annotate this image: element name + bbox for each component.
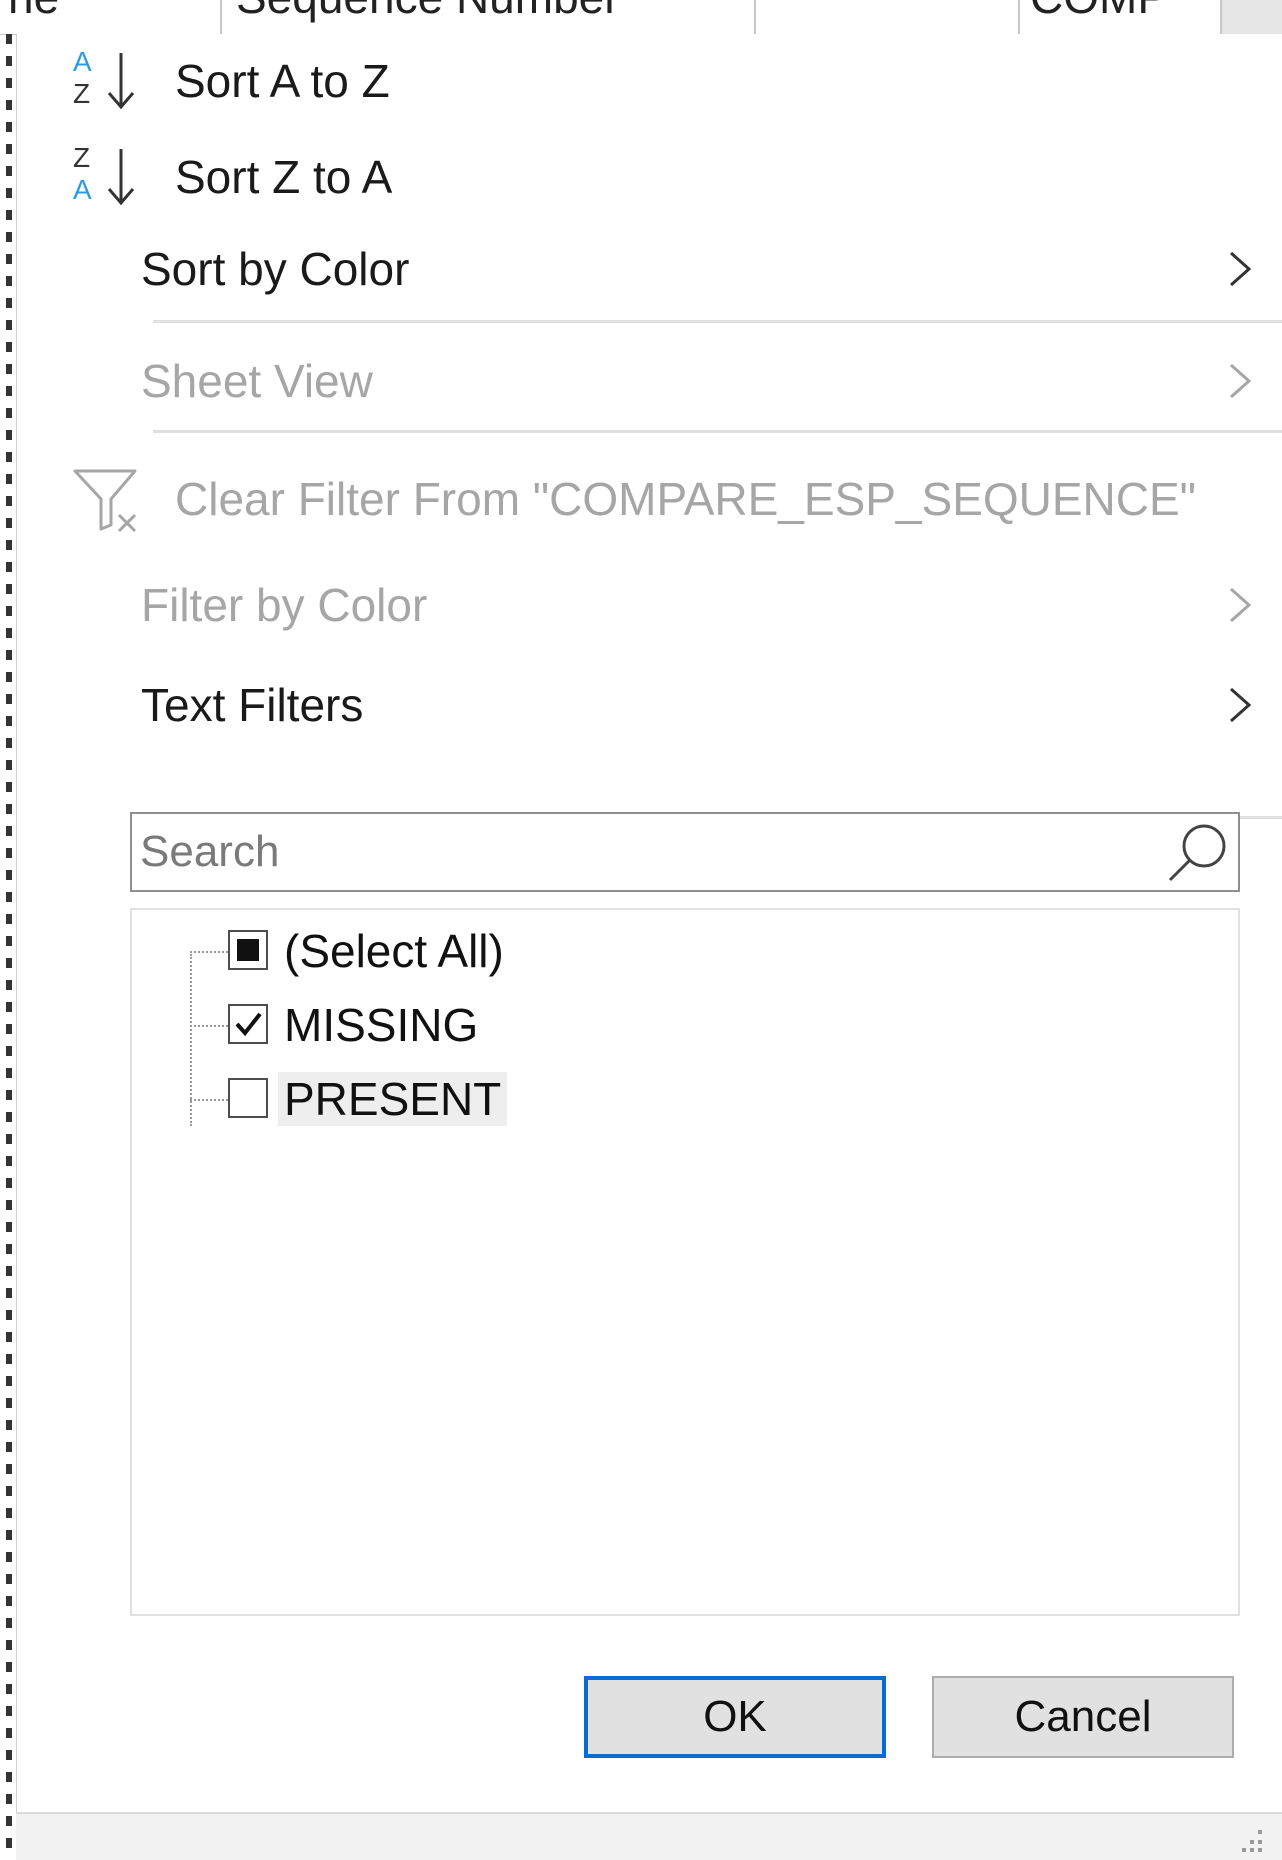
search-box bbox=[130, 812, 1240, 892]
list-item-label: (Select All) bbox=[284, 925, 504, 977]
list-item-missing[interactable]: MISSING bbox=[190, 992, 1090, 1060]
menu-divider bbox=[153, 320, 1282, 323]
menu-text-filters[interactable]: Text Filters bbox=[17, 660, 1282, 750]
menu-sort-by-color[interactable]: Sort by Color bbox=[17, 224, 1282, 314]
svg-text:Z: Z bbox=[73, 142, 90, 173]
chevron-right-icon bbox=[1230, 587, 1252, 623]
svg-text:Z: Z bbox=[73, 78, 90, 109]
sort-by-color-label: Sort by Color bbox=[141, 243, 410, 295]
chevron-right-icon bbox=[1230, 687, 1252, 723]
menu-sheet-view: Sheet View bbox=[17, 336, 1282, 426]
menu-divider bbox=[153, 430, 1282, 433]
filter-values-list: (Select All) MISSING PRESENT bbox=[130, 908, 1240, 1616]
sheet-view-label: Sheet View bbox=[141, 355, 373, 407]
tree-branch bbox=[190, 951, 228, 953]
selection-marquee bbox=[6, 34, 12, 1860]
svg-text:A: A bbox=[73, 46, 92, 77]
sheet-column-headers: ne Sequence Number COMP bbox=[0, 0, 1282, 35]
list-item-label: MISSING bbox=[284, 999, 479, 1051]
clear-filter-label: Clear Filter From "COMPARE_ESP_SEQUENCE" bbox=[175, 473, 1197, 525]
missing-checkbox[interactable] bbox=[228, 1004, 268, 1044]
menu-sort-a-to-z[interactable]: A Z Sort A to Z bbox=[17, 36, 1282, 126]
select-all-checkbox[interactable] bbox=[228, 930, 268, 970]
list-item-select-all[interactable]: (Select All) bbox=[190, 918, 1090, 986]
filter-dropdown-button[interactable] bbox=[1220, 0, 1282, 34]
search-input[interactable] bbox=[132, 814, 1162, 890]
text-filters-label: Text Filters bbox=[141, 679, 364, 731]
filter-by-color-label: Filter by Color bbox=[141, 579, 428, 631]
filter-dropdown-screen: ne Sequence Number COMP A Z Sort A to Z bbox=[0, 0, 1282, 1860]
column-separator bbox=[1018, 0, 1020, 34]
chevron-right-icon bbox=[1230, 251, 1252, 287]
tree-branch bbox=[190, 1025, 228, 1027]
checkmark-icon bbox=[235, 1012, 262, 1037]
column-separator bbox=[754, 0, 756, 34]
column-separator bbox=[220, 0, 222, 34]
column-header-compare: COMP bbox=[1030, 0, 1168, 24]
column-header-partial: ne bbox=[8, 0, 59, 24]
present-checkbox[interactable] bbox=[228, 1078, 268, 1118]
list-item-label: PRESENT bbox=[278, 1072, 508, 1126]
svg-text:A: A bbox=[73, 174, 92, 205]
ok-button[interactable]: OK bbox=[584, 1676, 886, 1758]
column-header-sequence-number: Sequence Number bbox=[236, 0, 620, 24]
clear-filter-icon bbox=[69, 459, 149, 539]
cancel-button[interactable]: Cancel bbox=[932, 1676, 1234, 1758]
menu-footer bbox=[16, 1812, 1282, 1860]
menu-sort-z-to-a[interactable]: Z A Sort Z to A bbox=[17, 132, 1282, 222]
sort-a-to-z-icon: A Z bbox=[69, 41, 149, 121]
tree-branch bbox=[190, 1099, 228, 1101]
sort-z-to-a-label: Sort Z to A bbox=[175, 151, 393, 203]
menu-clear-filter: Clear Filter From "COMPARE_ESP_SEQUENCE" bbox=[17, 454, 1282, 544]
search-icon[interactable] bbox=[1164, 818, 1232, 886]
resize-grip-icon[interactable] bbox=[1236, 1826, 1266, 1856]
sort-a-to-z-label: Sort A to Z bbox=[175, 55, 390, 107]
menu-filter-by-color: Filter by Color bbox=[17, 560, 1282, 650]
sort-z-to-a-icon: Z A bbox=[69, 137, 149, 217]
list-item-present[interactable]: PRESENT bbox=[190, 1066, 1090, 1134]
chevron-right-icon bbox=[1230, 363, 1252, 399]
